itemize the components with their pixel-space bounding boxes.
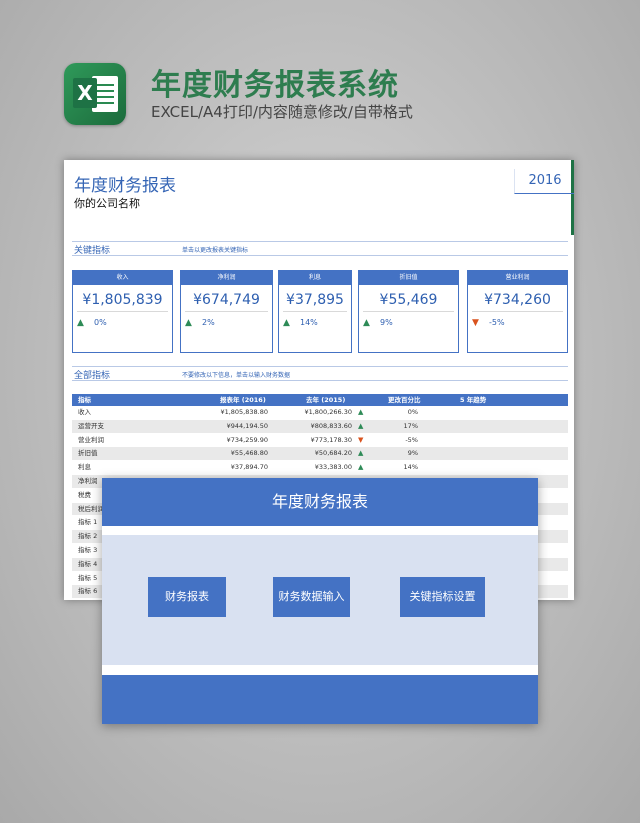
row-current: ¥55,468.80 bbox=[231, 447, 268, 460]
arrow-up-icon: ▲ bbox=[358, 420, 363, 433]
row-metric: 指标 5 bbox=[78, 572, 97, 585]
kpi-percent: -5% bbox=[489, 318, 505, 327]
arrow-up-icon: ▲ bbox=[185, 318, 192, 328]
kpi-card: 利息 ¥37,895 ▲ 14% bbox=[278, 270, 352, 353]
kpi-value: ¥37,895 bbox=[279, 292, 351, 308]
arrow-down-icon: ▼ bbox=[472, 318, 479, 328]
page-subtitle: EXCEL/A4打印/内容随意修改/自带格式 bbox=[151, 101, 413, 122]
row-current: ¥944,194.50 bbox=[227, 420, 268, 433]
kpi-percent: 14% bbox=[300, 318, 318, 327]
panel-footer bbox=[102, 675, 538, 724]
row-previous: ¥808,833.60 bbox=[311, 420, 352, 433]
row-metric: 收入 bbox=[78, 406, 91, 419]
kpi-value: ¥55,469 bbox=[359, 292, 458, 308]
row-change: -5% bbox=[405, 434, 418, 447]
col-header-change: 更改百分比 bbox=[388, 394, 421, 406]
excel-logo-icon: X bbox=[64, 63, 126, 125]
row-current: ¥1,805,838.80 bbox=[220, 406, 268, 419]
kpi-card: 营业利润 ¥734,260 ▼ -5% bbox=[467, 270, 568, 353]
row-change: 9% bbox=[408, 447, 418, 460]
kpi-name: 净利润 bbox=[181, 271, 272, 285]
row-metric: 指标 4 bbox=[78, 558, 97, 571]
row-metric: 税后利润 bbox=[78, 503, 104, 516]
kpi-divider bbox=[185, 311, 268, 312]
row-previous: ¥50,684.20 bbox=[315, 447, 352, 460]
arrow-up-icon: ▲ bbox=[77, 318, 84, 328]
table-header: 指标 报表年 (2016) 去年 (2015) 更改百分比 5 年趋势 bbox=[72, 394, 568, 406]
col-header-metric: 指标 bbox=[78, 394, 91, 406]
kpi-divider bbox=[77, 311, 168, 312]
col-header-current: 报表年 (2016) bbox=[220, 394, 266, 406]
row-metric: 运营开支 bbox=[78, 420, 104, 433]
kpi-divider bbox=[283, 311, 347, 312]
arrow-down-icon: ▼ bbox=[358, 434, 363, 447]
row-previous: ¥1,800,266.30 bbox=[304, 406, 352, 419]
row-change: 0% bbox=[408, 406, 418, 419]
kpi-percent: 9% bbox=[380, 318, 393, 327]
kpi-divider bbox=[363, 311, 454, 312]
arrow-up-icon: ▲ bbox=[358, 406, 363, 419]
arrow-up-icon: ▲ bbox=[358, 447, 363, 460]
table-row[interactable]: 运营开支 ¥944,194.50 ¥808,833.60 ▲ 17% bbox=[72, 420, 568, 434]
kpi-percent: 0% bbox=[94, 318, 107, 327]
row-metric: 指标 3 bbox=[78, 544, 97, 557]
kpi-percent: 2% bbox=[202, 318, 215, 327]
row-previous: ¥773,178.30 bbox=[311, 434, 352, 447]
kpi-name: 折旧值 bbox=[359, 271, 458, 285]
row-previous: ¥33,383.00 bbox=[315, 461, 352, 474]
report-title: 年度财务报表 bbox=[74, 171, 176, 196]
col-header-previous: 去年 (2015) bbox=[306, 394, 345, 406]
kpi-settings-button[interactable]: 关键指标设置 bbox=[400, 577, 485, 617]
panel-divider bbox=[102, 526, 538, 535]
kpi-value: ¥734,260 bbox=[468, 292, 567, 308]
kpi-name: 利息 bbox=[279, 271, 351, 285]
table-row[interactable]: 利息 ¥37,894.70 ¥33,383.00 ▲ 14% bbox=[72, 461, 568, 475]
kpi-name: 收入 bbox=[73, 271, 172, 285]
kpi-value: ¥674,749 bbox=[181, 292, 272, 308]
excel-x-letter: X bbox=[73, 78, 97, 108]
navigation-panel: 年度财务报表 财务报表 财务数据输入 关键指标设置 bbox=[102, 478, 538, 724]
row-change: 17% bbox=[404, 420, 418, 433]
all-section-rule bbox=[72, 366, 568, 381]
row-metric: 税费 bbox=[78, 489, 91, 502]
panel-divider bbox=[102, 665, 538, 675]
row-current: ¥37,894.70 bbox=[231, 461, 268, 474]
row-metric: 营业利润 bbox=[78, 434, 104, 447]
row-metric: 净利润 bbox=[78, 475, 98, 488]
row-metric: 指标 2 bbox=[78, 530, 97, 543]
kpi-value: ¥1,805,839 bbox=[73, 292, 172, 308]
row-metric: 利息 bbox=[78, 461, 91, 474]
all-section-label: 全部指标 bbox=[74, 368, 110, 381]
row-change: 14% bbox=[404, 461, 418, 474]
table-row[interactable]: 营业利润 ¥734,259.90 ¥773,178.30 ▼ -5% bbox=[72, 434, 568, 448]
table-row[interactable]: 折旧值 ¥55,468.80 ¥50,684.20 ▲ 9% bbox=[72, 447, 568, 461]
page-title: 年度财务报表系统 bbox=[151, 60, 399, 104]
kpi-section-rule bbox=[72, 241, 568, 256]
kpi-section-hint[interactable]: 单击以更改报表关键指标 bbox=[182, 245, 248, 254]
company-name[interactable]: 你的公司名称 bbox=[74, 195, 140, 211]
kpi-card: 净利润 ¥674,749 ▲ 2% bbox=[180, 270, 273, 353]
row-metric: 折旧值 bbox=[78, 447, 98, 460]
kpi-divider bbox=[472, 311, 563, 312]
kpi-card: 折旧值 ¥55,469 ▲ 9% bbox=[358, 270, 459, 353]
row-metric: 指标 1 bbox=[78, 516, 97, 529]
financial-report-button[interactable]: 财务报表 bbox=[148, 577, 226, 617]
all-section-hint: 不要修改以下信息，单击以输入财务数据 bbox=[182, 370, 290, 379]
table-row[interactable]: 收入 ¥1,805,838.80 ¥1,800,266.30 ▲ 0% bbox=[72, 406, 568, 420]
kpi-section-label: 关键指标 bbox=[74, 243, 110, 256]
arrow-up-icon: ▲ bbox=[358, 461, 363, 474]
arrow-up-icon: ▲ bbox=[283, 318, 290, 328]
arrow-up-icon: ▲ bbox=[363, 318, 370, 328]
row-current: ¥734,259.90 bbox=[227, 434, 268, 447]
kpi-name: 营业利润 bbox=[468, 271, 567, 285]
data-input-button[interactable]: 财务数据输入 bbox=[273, 577, 350, 617]
panel-title: 年度财务报表 bbox=[102, 478, 538, 526]
kpi-card: 收入 ¥1,805,839 ▲ 0% bbox=[72, 270, 173, 353]
col-header-trend: 5 年趋势 bbox=[460, 394, 486, 406]
row-metric: 指标 6 bbox=[78, 585, 97, 598]
year-field[interactable]: 2016 bbox=[514, 169, 574, 194]
